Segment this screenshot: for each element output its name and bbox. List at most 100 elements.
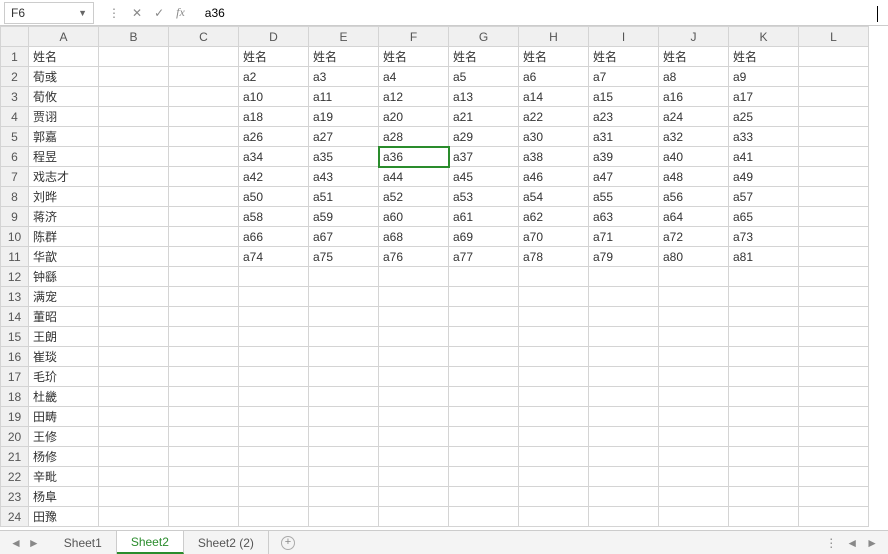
cell-G21[interactable]	[449, 447, 519, 467]
cell-J17[interactable]	[659, 367, 729, 387]
hscroll-right-icon[interactable]: ►	[866, 536, 878, 550]
row-header-18[interactable]: 18	[1, 387, 29, 407]
cell-L10[interactable]	[799, 227, 869, 247]
column-header-J[interactable]: J	[659, 27, 729, 47]
cell-J11[interactable]: a80	[659, 247, 729, 267]
row-header-9[interactable]: 9	[1, 207, 29, 227]
cell-B5[interactable]	[99, 127, 169, 147]
hscroll-left-icon[interactable]: ◄	[846, 536, 858, 550]
cell-D3[interactable]: a10	[239, 87, 309, 107]
row-header-16[interactable]: 16	[1, 347, 29, 367]
name-box-dropdown-icon[interactable]: ▼	[78, 8, 87, 18]
row-header-3[interactable]: 3	[1, 87, 29, 107]
cell-A10[interactable]: 陈群	[29, 227, 99, 247]
cell-L16[interactable]	[799, 347, 869, 367]
cell-E9[interactable]: a59	[309, 207, 379, 227]
row-header-7[interactable]: 7	[1, 167, 29, 187]
cell-L1[interactable]	[799, 47, 869, 67]
row-header-12[interactable]: 12	[1, 267, 29, 287]
cell-H21[interactable]	[519, 447, 589, 467]
row-header-17[interactable]: 17	[1, 367, 29, 387]
column-header-B[interactable]: B	[99, 27, 169, 47]
cell-K3[interactable]: a17	[729, 87, 799, 107]
cell-B22[interactable]	[99, 467, 169, 487]
cell-F11[interactable]: a76	[379, 247, 449, 267]
cell-K9[interactable]: a65	[729, 207, 799, 227]
cell-C8[interactable]	[169, 187, 239, 207]
cell-A21[interactable]: 杨修	[29, 447, 99, 467]
cell-C3[interactable]	[169, 87, 239, 107]
column-header-C[interactable]: C	[169, 27, 239, 47]
cell-E19[interactable]	[309, 407, 379, 427]
cell-B10[interactable]	[99, 227, 169, 247]
cell-I1[interactable]: 姓名	[589, 47, 659, 67]
cell-C24[interactable]	[169, 507, 239, 527]
cell-K24[interactable]	[729, 507, 799, 527]
cell-I5[interactable]: a31	[589, 127, 659, 147]
cell-K4[interactable]: a25	[729, 107, 799, 127]
row-header-23[interactable]: 23	[1, 487, 29, 507]
cell-A5[interactable]: 郭嘉	[29, 127, 99, 147]
cell-J8[interactable]: a56	[659, 187, 729, 207]
cell-G5[interactable]: a29	[449, 127, 519, 147]
cell-I20[interactable]	[589, 427, 659, 447]
cell-E17[interactable]	[309, 367, 379, 387]
cell-J13[interactable]	[659, 287, 729, 307]
cell-G2[interactable]: a5	[449, 67, 519, 87]
cell-L14[interactable]	[799, 307, 869, 327]
cell-C5[interactable]	[169, 127, 239, 147]
cell-D5[interactable]: a26	[239, 127, 309, 147]
fx-icon[interactable]: fx	[176, 5, 185, 20]
cell-D14[interactable]	[239, 307, 309, 327]
cell-B12[interactable]	[99, 267, 169, 287]
cell-E8[interactable]: a51	[309, 187, 379, 207]
cell-A24[interactable]: 田豫	[29, 507, 99, 527]
formula-input[interactable]	[199, 2, 888, 24]
sheet-tab-1[interactable]: Sheet2	[117, 531, 184, 554]
cell-C10[interactable]	[169, 227, 239, 247]
column-header-L[interactable]: L	[799, 27, 869, 47]
cell-G13[interactable]	[449, 287, 519, 307]
cell-H4[interactable]: a22	[519, 107, 589, 127]
cell-I6[interactable]: a39	[589, 147, 659, 167]
cell-G11[interactable]: a77	[449, 247, 519, 267]
cell-F4[interactable]: a20	[379, 107, 449, 127]
cell-B24[interactable]	[99, 507, 169, 527]
cell-C17[interactable]	[169, 367, 239, 387]
cell-C6[interactable]	[169, 147, 239, 167]
cell-E10[interactable]: a67	[309, 227, 379, 247]
cell-C22[interactable]	[169, 467, 239, 487]
cell-A11[interactable]: 华歆	[29, 247, 99, 267]
cell-A7[interactable]: 戏志才	[29, 167, 99, 187]
cell-E3[interactable]: a11	[309, 87, 379, 107]
cell-C16[interactable]	[169, 347, 239, 367]
cell-C15[interactable]	[169, 327, 239, 347]
cell-C23[interactable]	[169, 487, 239, 507]
cell-G6[interactable]: a37	[449, 147, 519, 167]
cell-L3[interactable]	[799, 87, 869, 107]
cell-G7[interactable]: a45	[449, 167, 519, 187]
row-header-13[interactable]: 13	[1, 287, 29, 307]
cell-E13[interactable]	[309, 287, 379, 307]
cell-C11[interactable]	[169, 247, 239, 267]
cell-A13[interactable]: 满宠	[29, 287, 99, 307]
cell-C1[interactable]	[169, 47, 239, 67]
cell-D6[interactable]: a34	[239, 147, 309, 167]
cell-F24[interactable]	[379, 507, 449, 527]
cell-J22[interactable]	[659, 467, 729, 487]
cell-E14[interactable]	[309, 307, 379, 327]
cell-H8[interactable]: a54	[519, 187, 589, 207]
cell-C12[interactable]	[169, 267, 239, 287]
row-header-14[interactable]: 14	[1, 307, 29, 327]
cell-F2[interactable]: a4	[379, 67, 449, 87]
cell-H3[interactable]: a14	[519, 87, 589, 107]
cell-H12[interactable]	[519, 267, 589, 287]
cell-E20[interactable]	[309, 427, 379, 447]
cell-I16[interactable]	[589, 347, 659, 367]
row-header-2[interactable]: 2	[1, 67, 29, 87]
cell-G18[interactable]	[449, 387, 519, 407]
cell-G3[interactable]: a13	[449, 87, 519, 107]
cell-D2[interactable]: a2	[239, 67, 309, 87]
cell-G19[interactable]	[449, 407, 519, 427]
cell-D7[interactable]: a42	[239, 167, 309, 187]
